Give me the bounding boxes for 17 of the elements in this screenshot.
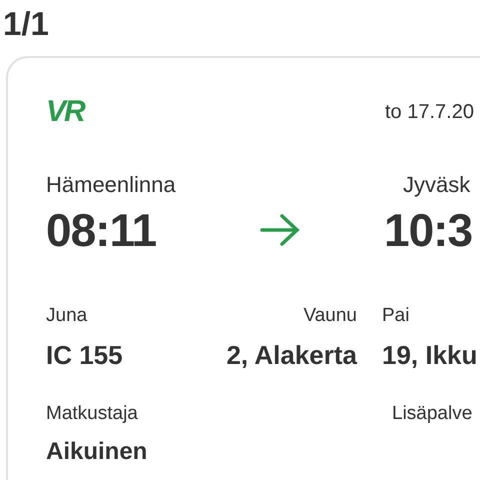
page-counter: 1/1 (2, 4, 50, 44)
field-value: Aikuinen (46, 437, 148, 464)
arrow-icon (260, 213, 300, 247)
field-value: 19, Ikku (382, 339, 478, 370)
departure-time: 08:11 (46, 202, 158, 258)
field-value: IC 155 (46, 339, 124, 370)
field-label: Vaunu (302, 304, 357, 328)
field-label: Matkustaja (46, 402, 139, 426)
arrival-station: Jyväsk (403, 170, 470, 199)
arrival-time: 10:3 (384, 202, 472, 258)
field-label: Juna (46, 304, 88, 328)
vr-logo: VR (46, 97, 86, 127)
field-value: 2, Alakerta (225, 339, 357, 370)
field-label: Pai (382, 304, 410, 328)
departure-station: Hämeenlinna (46, 170, 177, 198)
field-label: Lisäpalve (392, 402, 472, 426)
ticket-date: to 17.7.20 (385, 100, 474, 125)
